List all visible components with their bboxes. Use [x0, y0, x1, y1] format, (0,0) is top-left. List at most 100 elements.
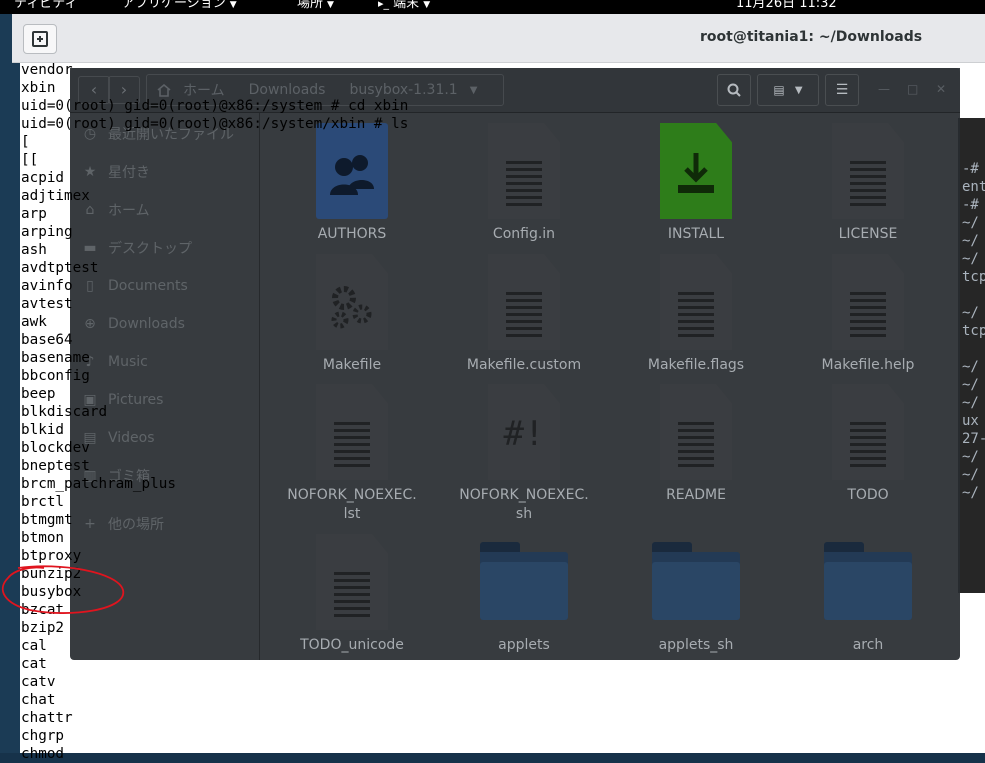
- terminal-line: bzcat: [21, 602, 65, 618]
- file-item[interactable]: #! NOFORK_NOEXEC. sh: [438, 384, 610, 524]
- file-name: Makefile.custom: [466, 357, 582, 373]
- terminal-line: bneptest: [21, 458, 90, 474]
- terminal-line: xbin: [21, 80, 56, 96]
- file-name: applets_sh: [658, 637, 734, 653]
- terminal-line: vendor: [21, 62, 73, 78]
- terminal-line: awk: [21, 314, 47, 330]
- minimize-icon[interactable]: —: [878, 82, 890, 96]
- terminal-app-icon: ▸_: [378, 0, 390, 10]
- terminal-line: chgrp: [21, 728, 65, 744]
- chevron-down-icon: ▼: [423, 0, 431, 10]
- terminal-line: btproxy: [21, 548, 82, 564]
- file-item[interactable]: README: [610, 384, 782, 505]
- terminal-header-bar: root@titania1: ~/Downloads: [12, 14, 985, 63]
- background-terminal-line: [958, 340, 985, 358]
- terminal-line: avinfo: [21, 278, 73, 294]
- file-item[interactable]: INSTALL: [610, 123, 782, 244]
- file-name: INSTALL: [667, 226, 725, 242]
- terminal-line: blkid: [21, 422, 65, 438]
- terminal-line: adjtimex: [21, 188, 90, 204]
- terminal-line: brctl: [21, 494, 65, 510]
- chevron-down-icon[interactable]: ▼: [470, 85, 478, 96]
- terminal-line: cat: [21, 656, 47, 672]
- text-file-icon: [782, 123, 954, 219]
- file-item[interactable]: applets_sh: [610, 534, 782, 655]
- terminal-line: chmod: [21, 746, 65, 762]
- terminal-line: ash: [21, 242, 47, 258]
- file-item[interactable]: applets: [438, 534, 610, 655]
- background-terminal[interactable]: -# ent -# ~/ ~/ ~/ tcp ~/ tcp ~/ ~/ ~/ ux 27- ~/ ~/ ~/: [958, 118, 985, 593]
- background-terminal-line: 27-: [962, 431, 985, 447]
- terminal-left-strip: [12, 63, 20, 753]
- applications-menu[interactable]: アプリケーション ▼: [122, 0, 237, 11]
- search-button[interactable]: [717, 74, 751, 106]
- text-file-icon: [610, 384, 782, 480]
- new-tab-button[interactable]: [23, 24, 57, 54]
- background-terminal-line: ~/: [962, 233, 979, 249]
- shebang-glyph: #!: [503, 414, 545, 454]
- terminal-line: bunzip2: [21, 566, 82, 582]
- background-terminal-line: tcp: [962, 323, 985, 339]
- background-terminal-line: ux: [962, 413, 979, 429]
- background-terminal-line: ent: [962, 179, 985, 195]
- close-icon[interactable]: ✕: [936, 82, 946, 96]
- file-item[interactable]: Makefile.help: [782, 254, 954, 375]
- file-name: TODO: [847, 487, 889, 503]
- terminal-line: blockdev: [21, 440, 90, 456]
- file-name: Config.in: [492, 226, 556, 242]
- terminal-line: arp: [21, 206, 47, 222]
- background-terminal-line: ~/: [962, 485, 979, 501]
- file-item[interactable]: Config.in: [438, 123, 610, 244]
- terminal-line: avdtptest: [21, 260, 99, 276]
- window-title: root@titania1: ~/Downloads: [700, 29, 923, 45]
- maximize-icon[interactable]: □: [907, 82, 918, 96]
- desktop-edge: [0, 14, 12, 753]
- file-name: Makefile.help: [821, 357, 915, 373]
- background-terminal-line: ~/: [962, 449, 979, 465]
- file-item[interactable]: arch: [782, 534, 954, 655]
- terminal-line: blkdiscard: [21, 404, 108, 420]
- terminal-line: avtest: [21, 296, 73, 312]
- terminal-output[interactable]: vendor xbin uid=0(root) gid=0(root)@x86:/s…: [21, 61, 408, 763]
- clock[interactable]: 11月26日 11:32: [736, 0, 837, 10]
- chevron-down-icon: ▼: [327, 0, 334, 10]
- background-terminal-line: ~/: [962, 215, 979, 231]
- terminal-app-menu[interactable]: ▸_ 端末 ▼: [378, 0, 430, 11]
- install-file-icon: [610, 123, 782, 219]
- file-name: arch: [852, 637, 884, 653]
- terminal-line: basename: [21, 350, 90, 366]
- list-view-icon: ▤: [773, 83, 785, 97]
- terminal-line: [[: [21, 152, 39, 168]
- text-file-icon: [610, 254, 782, 350]
- view-options-button[interactable]: ▤ ▼: [757, 74, 819, 106]
- background-terminal-line: ~/: [962, 359, 979, 375]
- terminal-menu-label: 端末: [393, 0, 420, 11]
- new-tab-icon: [32, 31, 48, 47]
- menu-button[interactable]: ☰: [825, 74, 859, 106]
- background-terminal-line: [958, 286, 985, 304]
- text-file-icon: [782, 254, 954, 350]
- text-file-icon: [782, 384, 954, 480]
- terminal-line: uid=0(root) gid=0(root)@x86:/system/xbin…: [21, 116, 409, 132]
- places-label: 場所: [297, 0, 324, 11]
- terminal-line: chattr: [21, 710, 73, 726]
- activities-button[interactable]: ティビティ: [14, 0, 77, 10]
- background-terminal-line: -#: [962, 197, 979, 213]
- file-item[interactable]: LICENSE: [782, 123, 954, 244]
- places-menu[interactable]: 場所 ▼: [297, 0, 334, 11]
- background-terminal-line: ~/: [962, 305, 979, 321]
- file-item[interactable]: TODO: [782, 384, 954, 505]
- background-terminal-line: ~/: [962, 251, 979, 267]
- file-item[interactable]: Makefile.custom: [438, 254, 610, 375]
- terminal-line: btmgmt: [21, 512, 73, 528]
- background-terminal-line: -#: [962, 161, 979, 177]
- file-item[interactable]: Makefile.flags: [610, 254, 782, 375]
- hamburger-icon: ☰: [835, 82, 849, 98]
- file-name: README: [666, 487, 726, 503]
- terminal-line: acpid: [21, 170, 65, 186]
- terminal-line: catv: [21, 674, 56, 690]
- folder-icon: [438, 534, 610, 630]
- terminal-line: arping: [21, 224, 73, 240]
- background-terminal-line: ~/: [962, 395, 979, 411]
- search-icon: [727, 83, 741, 97]
